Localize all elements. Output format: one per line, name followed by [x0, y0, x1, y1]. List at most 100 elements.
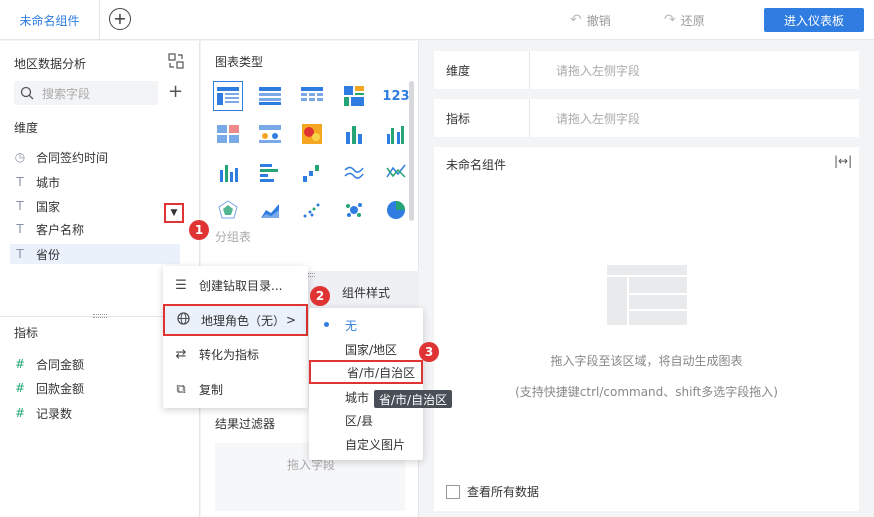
field-context-menu: ☰ 创建钻取目录... 地理角色（无） > ⇄ 转化为指标 ⧉ 复制	[163, 266, 308, 408]
menu-item-create-drill[interactable]: ☰ 创建钻取目录...	[163, 269, 308, 301]
globe-icon	[175, 311, 191, 329]
redo-label: 还原	[680, 13, 705, 28]
drill-list-icon: ☰	[175, 277, 187, 293]
cross-table-icon[interactable]	[255, 81, 285, 111]
scatter-chart-icon[interactable]	[297, 195, 327, 225]
geo-role-submenu: 无 国家/地区 省/市/自治区 城市 区/县 自定义图片	[309, 308, 423, 460]
switch-dataset-icon[interactable]	[168, 53, 184, 69]
tab-label: 未命名组件	[19, 13, 80, 28]
view-all-data-checkbox[interactable]: 查看所有数据	[446, 483, 539, 500]
menu-item-geo-role[interactable]: 地理角色（无） >	[163, 304, 308, 336]
field-item[interactable]: # 记录数	[14, 403, 72, 423]
search-icon	[20, 86, 34, 100]
undo-icon: ↶	[570, 12, 582, 28]
field-item[interactable]: # 回款金额	[14, 378, 84, 398]
radar-chart-icon[interactable]	[213, 195, 243, 225]
resize-handle[interactable]	[93, 314, 107, 318]
geo-option-label: 自定义图片	[345, 437, 406, 452]
undo-label: 撤销	[586, 13, 611, 28]
menu-item-label: 地理角色（无）	[201, 313, 286, 328]
treemap-icon[interactable]	[339, 81, 369, 111]
empty-hint-shortcut: (支持快捷键ctrl/command、shift多选字段拖入)	[515, 385, 778, 399]
text-type-icon: T	[16, 199, 24, 213]
add-field-button[interactable]: +	[168, 82, 183, 102]
canvas-panel: 维度 请拖入左侧字段 指标 请拖入左侧字段 未命名组件 |↔| 拖入字段至该区域…	[420, 41, 874, 517]
geo-option-country[interactable]: 国家/地区	[309, 337, 423, 361]
field-label: 合同签约时间	[36, 150, 109, 165]
chart-type-hover-label: 分组表	[215, 230, 252, 244]
geo-option-label: 城市	[345, 390, 370, 405]
geo-option-none[interactable]: 无	[309, 313, 423, 337]
field-dropdown-button[interactable]: ▼	[164, 203, 184, 223]
bar-chart-icon[interactable]	[255, 157, 285, 187]
detail-table-icon[interactable]	[297, 81, 327, 111]
multi-value-table-icon[interactable]	[213, 119, 243, 149]
chart-type-scrollbar[interactable]	[409, 81, 414, 221]
line-chart-icon[interactable]	[339, 157, 369, 187]
field-label: 城市	[36, 175, 61, 190]
selected-dot-icon	[324, 322, 329, 327]
field-label: 记录数	[36, 406, 73, 421]
number-type-icon: #	[14, 357, 26, 371]
pie-chart-icon[interactable]	[381, 195, 411, 225]
dataset-title: 地区数据分析	[14, 57, 87, 71]
chevron-right-icon: >	[285, 313, 296, 327]
geo-option-tooltip: 省/市/自治区	[374, 390, 453, 408]
tab-component-style[interactable]: 组件样式	[342, 284, 390, 301]
menu-item-label: 转化为指标	[199, 347, 260, 362]
dimension-dropzone[interactable]: 维度 请拖入左侧字段	[434, 51, 859, 89]
search-placeholder: 搜索字段	[42, 86, 91, 101]
enter-dashboard-button[interactable]: 进入仪表板	[764, 8, 864, 32]
menu-item-copy[interactable]: ⧉ 复制	[163, 373, 308, 405]
convert-icon: ⇄	[175, 346, 187, 362]
dimension-placeholder: 请拖入左侧字段	[556, 63, 641, 78]
field-item[interactable]: T 城市	[14, 172, 60, 192]
geo-option-province[interactable]: 省/市/自治区	[309, 360, 423, 384]
grouped-table-icon[interactable]	[213, 81, 243, 111]
measure-section-title: 指标	[14, 326, 39, 340]
waterfall-icon[interactable]	[297, 157, 327, 187]
field-label: 国家	[36, 199, 61, 214]
geo-option-label: 省/市/自治区	[347, 365, 416, 380]
field-item-selected[interactable]: T 省份	[10, 244, 180, 264]
tab-component[interactable]: 未命名组件	[0, 0, 100, 40]
measure-dropzone[interactable]: 指标 请拖入左侧字段	[434, 99, 859, 137]
geo-option-label: 无	[345, 318, 358, 333]
expand-width-icon[interactable]: |↔|	[834, 154, 852, 168]
undo-button[interactable]: ↶ 撤销	[570, 0, 611, 40]
geo-option-district[interactable]: 区/县	[309, 408, 423, 432]
text-type-icon: T	[16, 247, 24, 261]
empty-chart-placeholder-icon	[607, 265, 687, 325]
empty-hint: 拖入字段至该区域，将自动生成图表	[550, 354, 743, 368]
kpi-number-icon[interactable]: 123	[381, 81, 411, 111]
column-chart-icon[interactable]	[213, 157, 243, 187]
number-type-icon: #	[14, 381, 26, 395]
geo-option-label: 区/县	[345, 413, 374, 428]
search-input[interactable]: 搜索字段	[14, 81, 158, 105]
dimension-section-title: 维度	[14, 121, 39, 135]
grouped-bar-icon[interactable]	[381, 119, 411, 149]
geo-option-label: 国家/地区	[345, 342, 398, 357]
area-line-icon[interactable]	[381, 157, 411, 187]
redo-icon: ↷	[664, 12, 676, 28]
bubble-chart-icon[interactable]	[339, 195, 369, 225]
field-label: 省份	[36, 247, 61, 262]
field-item[interactable]: # 合同金额	[14, 354, 84, 374]
field-label: 合同金额	[36, 357, 85, 372]
field-item[interactable]: T 客户名称	[14, 219, 84, 239]
text-type-icon: T	[16, 175, 24, 189]
menu-item-convert-measure[interactable]: ⇄ 转化为指标	[163, 338, 308, 370]
field-item[interactable]: ◷ 合同签约时间	[14, 147, 108, 167]
stacked-bar-icon[interactable]	[339, 119, 369, 149]
add-tab-button[interactable]: +	[109, 8, 131, 30]
heatmap-icon[interactable]	[297, 119, 327, 149]
chart-canvas[interactable]: 未命名组件 |↔| 拖入字段至该区域，将自动生成图表 (支持快捷键ctrl/co…	[434, 147, 859, 511]
redo-button[interactable]: ↷ 还原	[664, 0, 705, 40]
dot-table-icon[interactable]	[255, 119, 285, 149]
geo-option-custom-image[interactable]: 自定义图片	[309, 432, 423, 456]
result-filter-title: 结果过滤器	[215, 417, 276, 431]
area-chart-icon[interactable]	[255, 195, 285, 225]
field-item[interactable]: T 国家	[14, 196, 60, 216]
chart-type-title: 图表类型	[215, 55, 264, 69]
checkbox-box[interactable]	[446, 484, 460, 499]
